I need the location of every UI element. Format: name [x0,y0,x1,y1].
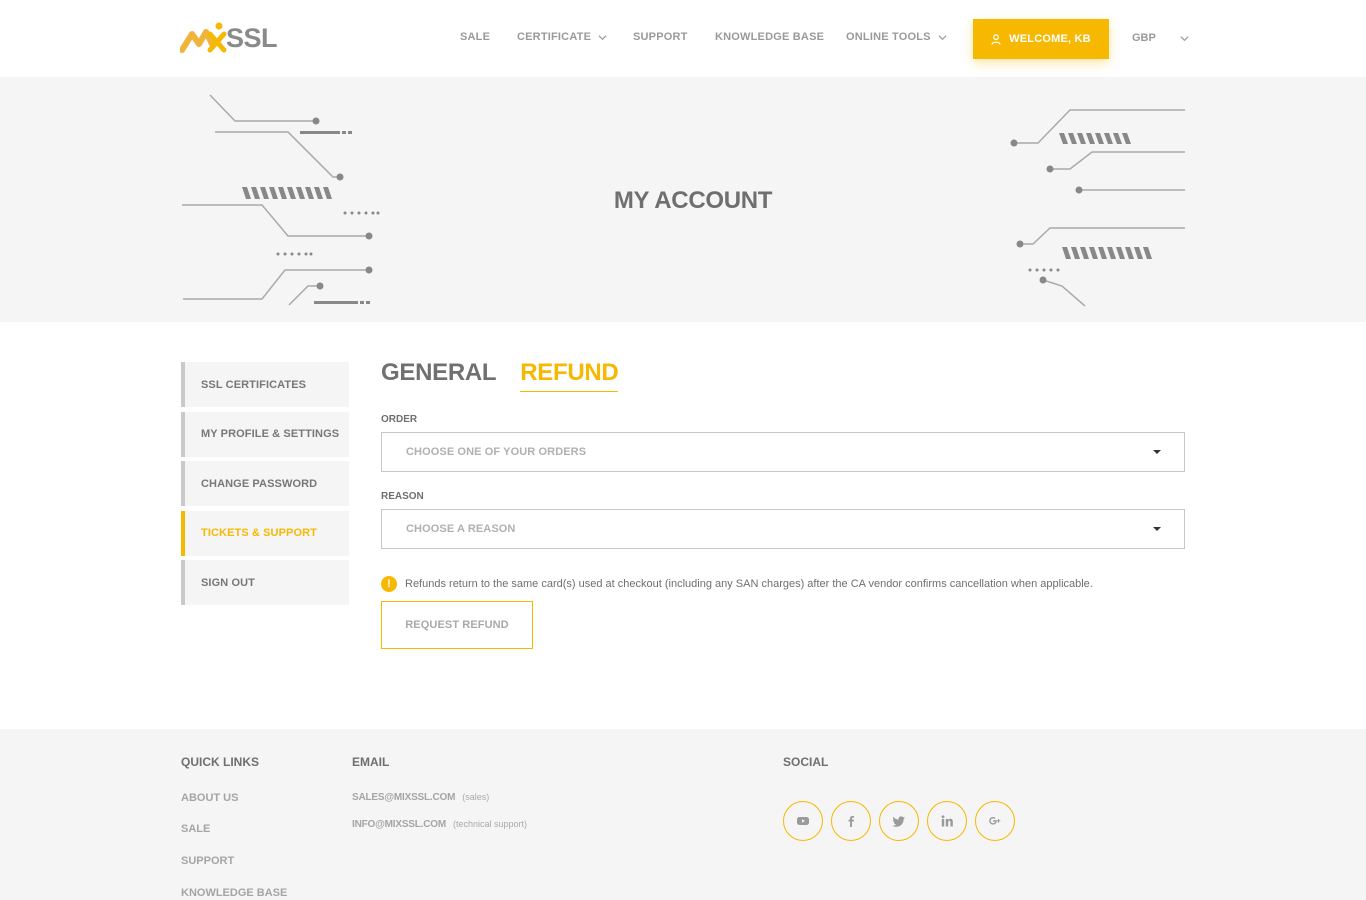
nav-knowledge-base-label: KNOWLEDGE BASE [715,31,825,43]
reason-select[interactable]: CHOOSE A REASON [381,509,1185,549]
nav-certificate-label: CERTIFICATE [517,31,592,43]
sidebar-item-sign-out[interactable]: SIGN OUT [181,560,349,605]
currency-selector[interactable]: GBP [1132,32,1189,44]
tab-general[interactable]: GENERAL [381,358,497,392]
google-plus-icon [989,817,1001,825]
nav-sale-label: SALE [460,31,491,43]
footer-link-sale[interactable]: SALE [181,823,210,835]
nav-support[interactable]: SUPPORT [633,31,688,43]
refund-notice-text: Refunds return to the same card(s) used … [405,578,1093,590]
reason-field-label: REASON [381,491,424,502]
social-google-plus-button[interactable] [975,801,1015,841]
user-icon [991,33,1001,45]
order-field-label: ORDER [381,414,418,425]
page-hero: MY ACCOUNT [0,77,1366,322]
circuit-decoration-right [1010,109,1185,307]
sidebar-item-tickets-support[interactable]: TICKETS & SUPPORT [181,510,349,556]
info-icon: ! [381,576,397,592]
footer-email-title: EMAIL [352,755,390,769]
tab-refund[interactable]: REFUND [520,358,619,392]
nav-knowledge-base[interactable]: KNOWLEDGE BASE [715,31,824,43]
social-facebook-button[interactable] [831,801,871,841]
refund-notice: ! Refunds return to the same card(s) use… [381,576,1093,592]
chevron-down-icon [1180,35,1189,41]
welcome-account-button[interactable]: WELCOME, KB [973,19,1109,59]
footer-link-knowledge-base[interactable]: KNOWLEDGE BASE [181,887,287,899]
facebook-icon [848,816,854,827]
reason-select-placeholder: CHOOSE A REASON [406,523,516,535]
linkedin-icon [941,815,953,827]
sidebar-item-profile-settings[interactable]: MY PROFILE & SETTINGS [181,411,349,457]
account-sidebar: SSL CERTIFICATES MY PROFILE & SETTINGS C… [181,362,349,610]
site-footer: QUICK LINKS ABOUT US SALE SUPPORT KNOWLE… [0,729,1366,900]
email-note-sales: (sales) [462,792,490,802]
caret-down-icon [1153,527,1161,531]
twitter-icon [892,816,905,827]
nav-online-tools-label: ONLINE TOOLS [846,31,931,43]
site-header: SSL SALE CERTIFICATE SUPPORT KNOWLEDGE B… [0,0,1366,77]
account-tabs: GENERAL REFUND [381,358,642,392]
sidebar-item-change-password[interactable]: CHANGE PASSWORD [181,461,349,506]
social-linkedin-button[interactable] [927,801,967,841]
footer-social-title: SOCIAL [783,755,829,769]
request-refund-button[interactable]: REQUEST REFUND [381,601,533,649]
email-note-info: (technical support) [452,819,528,829]
footer-email-info: INFO@MIXSSL.COM (technical support) [352,819,527,830]
nav-support-label: SUPPORT [633,31,688,43]
order-select-placeholder: CHOOSE ONE OF YOUR ORDERS [406,446,587,458]
nav-certificate[interactable]: CERTIFICATE [517,31,607,43]
email-address-sales[interactable]: SALES@MIXSSL.COM [352,792,455,803]
footer-email-sales: SALES@MIXSSL.COM (sales) [352,792,489,803]
welcome-label: WELCOME, KB [1009,33,1091,45]
footer-link-about-us[interactable]: ABOUT US [181,792,238,804]
footer-link-support[interactable]: SUPPORT [181,855,234,867]
youtube-icon [797,817,809,825]
footer-quick-links-title: QUICK LINKS [181,755,259,769]
order-select[interactable]: CHOOSE ONE OF YOUR ORDERS [381,432,1185,472]
currency-value: GBP [1132,32,1156,44]
sidebar-item-ssl-certificates[interactable]: SSL CERTIFICATES [181,362,349,407]
social-youtube-button[interactable] [783,801,823,841]
chevron-down-icon [938,34,947,40]
chevron-down-icon [598,34,607,40]
nav-sale[interactable]: SALE [460,31,490,43]
nav-online-tools[interactable]: ONLINE TOOLS [846,31,947,43]
caret-down-icon [1153,450,1161,454]
social-twitter-button[interactable] [879,801,919,841]
email-address-info[interactable]: INFO@MIXSSL.COM [352,819,446,830]
